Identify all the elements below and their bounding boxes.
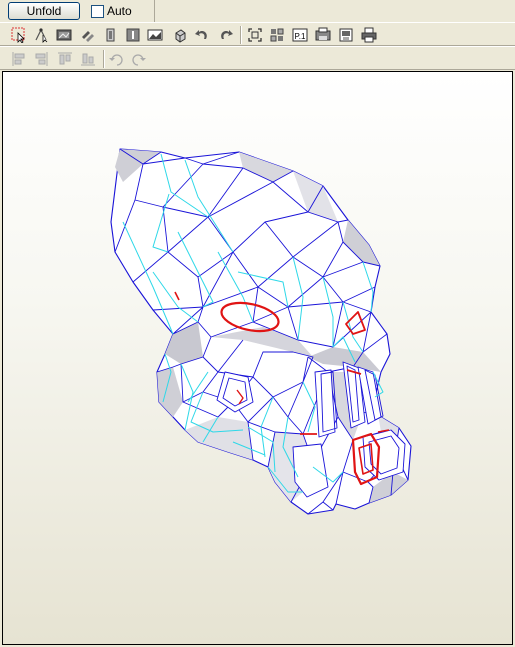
helmet-model[interactable] bbox=[3, 72, 512, 644]
rotate-part-icon[interactable] bbox=[171, 26, 188, 43]
part-icon[interactable] bbox=[124, 26, 141, 43]
redo-icon[interactable] bbox=[217, 26, 234, 43]
printer-icon[interactable] bbox=[360, 26, 377, 43]
unfold-button[interactable]: Unfold bbox=[8, 2, 80, 20]
auto-checkbox-box[interactable] bbox=[91, 4, 104, 18]
rotate-ccw-90-icon[interactable] bbox=[108, 50, 125, 67]
3d-viewport[interactable] bbox=[2, 71, 513, 645]
print-preview-icon[interactable] bbox=[314, 26, 331, 43]
undo-icon[interactable] bbox=[193, 26, 210, 43]
align-top-icon[interactable] bbox=[56, 50, 73, 67]
join-icon[interactable] bbox=[102, 26, 119, 43]
texture-icon[interactable] bbox=[55, 26, 72, 43]
align-right-icon[interactable] bbox=[32, 50, 49, 67]
select-arrow-icon[interactable] bbox=[10, 26, 27, 43]
flap-icon[interactable] bbox=[79, 26, 96, 43]
toolbar-separator bbox=[240, 26, 242, 44]
pick-edge-icon[interactable] bbox=[32, 26, 49, 43]
align-bottom-icon[interactable] bbox=[79, 50, 96, 67]
rotate-cw-90-icon[interactable] bbox=[130, 50, 147, 67]
align-toolbar bbox=[0, 46, 515, 70]
toolbar-divider bbox=[154, 0, 155, 22]
fit-view-icon[interactable] bbox=[246, 26, 263, 43]
align-left-icon[interactable] bbox=[10, 50, 27, 67]
main-toolbar: Unfold Auto bbox=[0, 0, 155, 22]
arrange-icon[interactable] bbox=[268, 26, 285, 43]
svg-text:P.1: P.1 bbox=[294, 32, 306, 41]
toolbar-separator bbox=[103, 50, 105, 68]
auto-checkbox[interactable]: Auto bbox=[91, 3, 132, 19]
page-p1-icon[interactable]: P.1 bbox=[291, 26, 308, 43]
save-page-icon[interactable] bbox=[337, 26, 354, 43]
auto-label: Auto bbox=[107, 4, 132, 18]
tools-toolbar: P.1 bbox=[0, 22, 515, 46]
image-icon[interactable] bbox=[146, 26, 163, 43]
